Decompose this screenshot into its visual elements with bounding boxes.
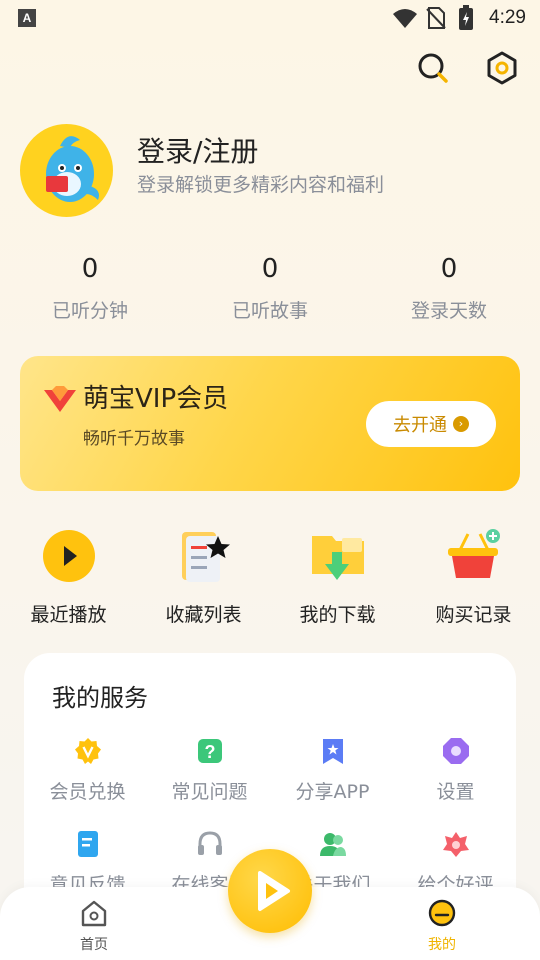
quick-downloads[interactable]: 我的下载 <box>270 528 405 627</box>
service-share-app[interactable]: 分享APP <box>271 737 394 804</box>
hexagon-settings-icon[interactable] <box>484 50 520 86</box>
share-bookmark-icon <box>322 739 343 764</box>
quick-purchase-records[interactable]: 购买记录 <box>406 528 540 627</box>
stat-login-days: 0 登录天数 <box>359 252 539 323</box>
play-circle-icon <box>42 530 95 582</box>
battery-charging-icon <box>459 5 473 30</box>
vip-crown-icon <box>44 386 76 412</box>
quick-label: 我的下载 <box>299 604 376 626</box>
settings-octagon-icon <box>442 738 469 764</box>
stat-value: 0 <box>261 254 279 284</box>
mine-face-icon <box>428 899 456 927</box>
service-settings[interactable]: 设置 <box>394 737 517 804</box>
quick-recent-play[interactable]: 最近播放 <box>1 528 136 627</box>
vip-open-button[interactable]: 去开通 › <box>366 401 496 447</box>
play-icon <box>258 871 290 911</box>
quick-favorites[interactable]: 收藏列表 <box>136 528 271 627</box>
play-fab-button[interactable] <box>228 849 312 933</box>
nav-home[interactable]: 首页 <box>54 898 134 954</box>
download-folder-icon <box>311 536 364 580</box>
dolphin-mascot-icon <box>46 136 99 202</box>
wifi-icon <box>393 9 417 28</box>
vip-subtitle: 畅听千万故事 <box>83 429 185 449</box>
service-vip-exchange[interactable]: 会员兑换 <box>26 737 149 804</box>
quick-label: 购买记录 <box>435 604 512 626</box>
avatar[interactable] <box>20 124 113 217</box>
notification-a-icon: A <box>18 9 36 27</box>
flower-rating-icon <box>442 832 469 857</box>
search-icon[interactable] <box>415 50 451 86</box>
stat-listened-stories: 0 已听故事 <box>180 252 360 323</box>
service-label: 设置 <box>436 781 475 803</box>
services-title: 我的服务 <box>52 684 148 712</box>
stat-label: 已听故事 <box>231 300 308 322</box>
vip-badge-icon <box>74 738 101 764</box>
quick-label: 收藏列表 <box>165 604 242 626</box>
login-title[interactable]: 登录/注册 <box>137 130 258 170</box>
service-label: 常见问题 <box>171 781 248 803</box>
feedback-doc-icon <box>77 831 98 857</box>
nav-mine-label: 我的 <box>428 937 456 953</box>
status-time: 4:29 <box>489 7 526 28</box>
status-bar: A 4:29 <box>0 0 540 36</box>
stat-value: 0 <box>81 254 99 284</box>
question-icon: ? <box>197 739 222 763</box>
login-subtitle: 登录解锁更多精彩内容和福利 <box>137 174 385 196</box>
about-people-icon <box>319 833 346 856</box>
nav-home-label: 首页 <box>80 937 108 953</box>
headset-icon <box>197 831 222 855</box>
service-label: 分享APP <box>295 781 370 803</box>
quick-label: 最近播放 <box>30 604 107 626</box>
service-faq[interactable]: ? 常见问题 <box>148 737 271 804</box>
chevron-right-icon: › <box>453 416 469 432</box>
stat-listened-minutes: 0 已听分钟 <box>0 252 180 323</box>
svg-text:?: ? <box>204 742 215 762</box>
no-sim-icon <box>426 7 446 29</box>
service-label: 会员兑换 <box>49 781 126 803</box>
stat-value: 0 <box>440 254 458 284</box>
stat-label: 已听分钟 <box>51 300 128 322</box>
vip-open-label: 去开通 <box>393 415 447 436</box>
favorites-list-icon <box>181 532 230 582</box>
vip-card[interactable]: 萌宝VIP会员 畅听千万故事 去开通 › <box>20 356 520 491</box>
home-icon <box>81 900 107 927</box>
stat-label: 登录天数 <box>410 300 487 322</box>
vip-title: 萌宝VIP会员 <box>83 384 229 414</box>
shopping-basket-icon <box>447 529 500 578</box>
nav-mine[interactable]: 我的 <box>402 898 482 954</box>
